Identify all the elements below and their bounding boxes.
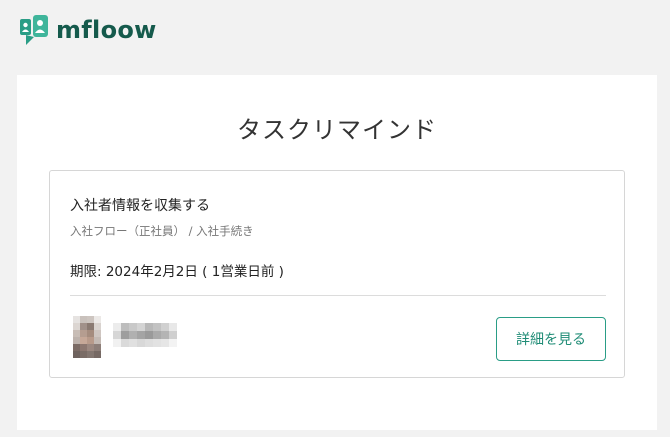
app-header: mfloow <box>0 0 670 75</box>
logo-mark-icon <box>20 15 48 45</box>
reminder-panel: タスクリマインド 入社者情報を収集する 入社フロー（正社員） / 入社手続き 期… <box>17 75 657 430</box>
brand-name: mfloow <box>56 16 157 44</box>
task-breadcrumb: 入社フロー（正社員） / 入社手続き <box>70 224 254 238</box>
page-title: タスクリマインド <box>237 116 437 144</box>
view-details-button[interactable]: 詳細を見る <box>496 317 606 361</box>
card-divider <box>70 295 606 296</box>
task-deadline: 期限: 2024年2月2日 ( 1営業日前 ) <box>70 264 284 280</box>
task-name: 入社者情報を収集する <box>70 198 210 214</box>
assignee-avatar <box>73 316 101 358</box>
assignee-name-blurred <box>113 323 177 347</box>
task-card: 入社者情報を収集する 入社フロー（正社員） / 入社手続き 期限: 2024年2… <box>49 170 625 378</box>
mfloow-logo[interactable]: mfloow <box>18 12 157 48</box>
